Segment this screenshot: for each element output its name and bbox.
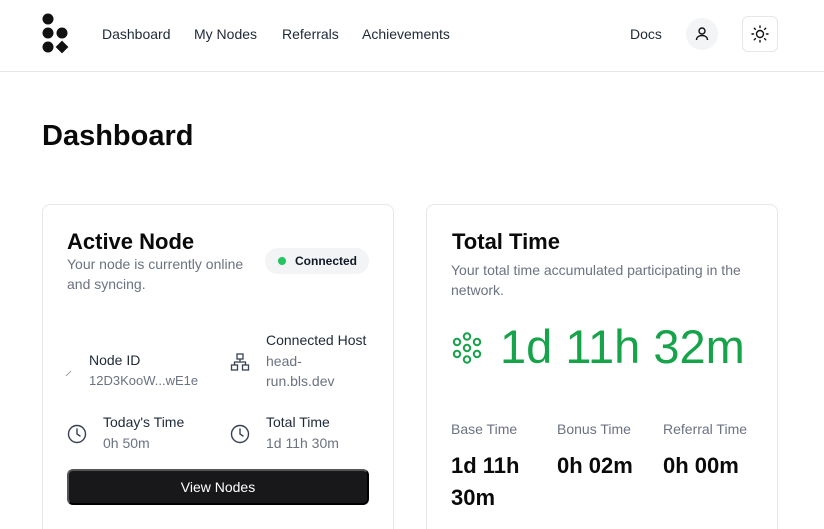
active-node-title: Active Node (67, 229, 195, 254)
referral-time-label: Referral Time (663, 421, 748, 437)
clock-icon (230, 424, 250, 444)
nav-achievements[interactable]: Achievements (362, 26, 450, 42)
total-time-card: Total Time Your total time accumulated p… (426, 204, 778, 529)
page-title: Dashboard (42, 120, 194, 152)
connected-host-value: head-run.bls.dev (266, 353, 335, 389)
total-time-description: Your total time accumulated participatin… (451, 262, 741, 298)
nav-docs[interactable]: Docs (630, 26, 662, 42)
nav-my-nodes[interactable]: My Nodes (194, 26, 257, 42)
sun-icon (751, 25, 769, 43)
user-menu-button[interactable] (686, 18, 718, 50)
base-time-label: Base Time (451, 421, 518, 437)
view-nodes-button[interactable]: View Nodes (67, 469, 369, 505)
total-time-big-value: 1d 11h 32m (500, 320, 745, 373)
key-icon (65, 370, 72, 377)
user-icon (695, 27, 709, 41)
connected-host-label: Connected Host (266, 332, 367, 348)
total-time-value: 1d 11h 30m (266, 435, 339, 451)
base-time-value: 1d 11h 30m (451, 453, 520, 510)
bonus-time-value: 0h 02m (557, 453, 633, 478)
todays-time-label: Today's Time (103, 414, 185, 430)
bonus-time-label: Bonus Time (557, 421, 631, 437)
network-icon (230, 353, 250, 371)
status-badge: Connected (265, 248, 369, 274)
total-time-label: Total Time (266, 414, 330, 430)
theme-toggle-button[interactable] (742, 16, 778, 52)
nav-dashboard[interactable]: Dashboard (102, 26, 171, 42)
todays-time-value: 0h 50m (103, 435, 150, 451)
status-text: Connected (295, 254, 358, 268)
logo-icon[interactable] (42, 13, 70, 55)
node-id-label: Node ID (89, 352, 141, 368)
status-dot (278, 257, 286, 265)
active-node-description: Your node is currently online and syncin… (67, 256, 244, 292)
node-id-value: 12D3KooW...wE1e (89, 373, 199, 388)
nav-referrals[interactable]: Referrals (282, 26, 339, 42)
clock-icon (67, 424, 87, 444)
referral-time-value: 0h 00m (663, 453, 739, 478)
nodes-ring-icon (452, 332, 482, 364)
total-time-title: Total Time (452, 229, 560, 254)
active-node-card: Active Node Your node is currently onlin… (42, 204, 394, 529)
top-nav: Dashboard My Nodes Referrals Achievement… (0, 0, 824, 72)
